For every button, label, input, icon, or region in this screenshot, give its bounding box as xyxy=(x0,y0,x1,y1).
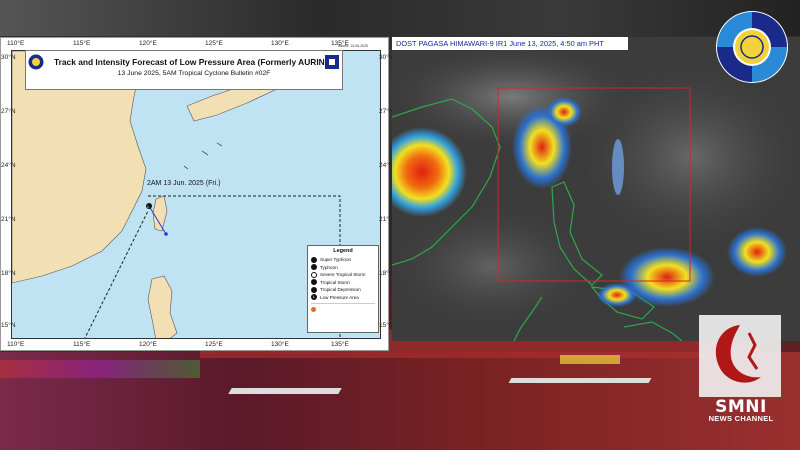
storm-cluster-sw xyxy=(597,283,637,307)
storm-cluster-southeast xyxy=(727,227,787,277)
legend-item: L Low Pressure Area xyxy=(311,294,359,301)
tick-lon: 110°E xyxy=(7,40,25,47)
tick-lon: 130°E xyxy=(271,40,289,47)
lpa-time-label: 2AM 13 Jun. 2025 (Fri.) xyxy=(147,180,221,187)
bg-streak xyxy=(0,360,200,378)
lpa-forecast-point xyxy=(164,232,168,236)
forecast-title-box: Track and Intensity Forecast of Low Pres… xyxy=(25,50,343,90)
pagasa-small-logo-icon xyxy=(28,54,44,70)
tick-lon: 120°E xyxy=(139,341,157,348)
tick-lat: 30°N xyxy=(1,54,16,61)
bg-streak xyxy=(228,388,342,394)
tropical-depression-icon xyxy=(311,286,317,293)
tick-lon: 125°E xyxy=(205,40,223,47)
taiwan xyxy=(152,195,168,232)
legend: Legend Super Typhoon Typhoon Severe Trop… xyxy=(307,245,379,333)
tick-lat: 21°N xyxy=(1,216,16,223)
bg-streak xyxy=(560,355,620,364)
issued-note: Issued: 13-06-2025 xyxy=(337,44,368,48)
dost-small-logo-icon xyxy=(325,55,339,69)
legend-title: Legend xyxy=(333,248,353,254)
japan-islands xyxy=(183,142,223,170)
low-pressure-area-icon: L xyxy=(311,294,317,301)
legend-item: Super Typhoon xyxy=(311,256,375,264)
tick-lon: 120°E xyxy=(139,40,157,47)
legend-item: Severe Tropical Storm xyxy=(311,271,375,279)
pagasa-logo-icon xyxy=(716,11,788,83)
super-typhoon-icon xyxy=(311,256,317,263)
storm-cluster-northeast xyxy=(546,97,582,127)
tick-lon: 115°E xyxy=(73,40,91,47)
tick-lon: 130°E xyxy=(271,341,289,348)
news-channel-label: NEWS CHANNEL xyxy=(708,414,774,423)
legend-item: Tropical Depression xyxy=(311,286,375,294)
forecast-subtitle: 13 June 2025, 5AM Tropical Cyclone Bulle… xyxy=(117,70,271,77)
news-graphic: L 110°E 115°E 120°E 125°E 130°E 135°E 11… xyxy=(0,0,800,450)
bg-streak xyxy=(0,0,800,36)
severe-tropical-storm-icon xyxy=(311,271,317,278)
luzon xyxy=(147,275,178,338)
tick-lat: 15°N xyxy=(1,322,16,329)
warning-dot-icon xyxy=(311,307,316,312)
legend-item: Typhoon xyxy=(311,264,375,272)
tick-lon: 110°E xyxy=(7,341,25,348)
forecast-map-panel: L 110°E 115°E 120°E 125°E 130°E 135°E 11… xyxy=(0,37,394,351)
legend-item: Tropical Storm xyxy=(311,279,375,287)
tick-lat: 24°N xyxy=(1,162,16,169)
legend-footnote-area xyxy=(311,303,375,317)
cloud-band-east xyxy=(612,139,624,195)
tick-lon: 125°E xyxy=(205,341,223,348)
bg-streak xyxy=(508,378,652,383)
satellite-header: DOST PAGASA HIMAWARI-9 IR1 June 13, 2025… xyxy=(392,37,628,50)
forecast-title: Track and Intensity Forecast of Low Pres… xyxy=(53,57,335,67)
satellite-title: DOST PAGASA HIMAWARI-9 IR1 June 13, 2025… xyxy=(396,39,604,48)
tropical-storm-icon xyxy=(311,279,317,286)
tick-lat: 27°N xyxy=(1,108,16,115)
tick-lon: 135°E xyxy=(331,341,349,348)
tick-lat: 18°N xyxy=(1,270,16,277)
tick-lon: 115°E xyxy=(73,341,91,348)
typhoon-icon xyxy=(311,264,317,271)
